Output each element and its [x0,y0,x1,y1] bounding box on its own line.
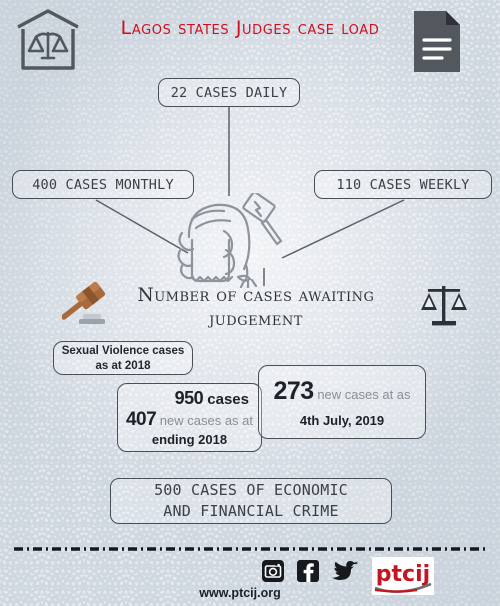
stat-pill-weekly: 110 cases weekly [314,170,492,199]
social-icons-row [262,560,359,587]
document-icon [408,8,466,81]
ptcij-logo-text: ptcij [376,562,430,587]
box273-label: new cases at as [317,387,411,402]
sexual-violence-line2: as at 2018 [95,360,151,372]
box273-date-row: 4th July, 2019 [267,408,417,434]
box950-period-row: ending 2018 [124,431,255,448]
twitter-icon[interactable] [332,560,359,587]
box273-number-row: 273 new cases at as [267,378,417,408]
stat-box-273-cases: 273 new cases at as 4th July, 2019 [258,365,426,439]
awaiting-heading-line2: judgement [209,309,303,330]
box950-new-label: new cases as at [159,413,254,428]
box950-period: ending 2018 [151,432,228,447]
instagram-icon[interactable] [262,560,284,587]
facebook-icon[interactable] [297,560,319,587]
box950-new-row: 407 new cases as at [124,409,255,431]
box273-number: 273 [273,377,314,405]
page-title: Lagos states Judges case load [120,17,380,39]
box950-total-number: 950 [174,388,204,408]
ptcij-logo[interactable]: ptcij [372,557,434,595]
courthouse-scales-icon [12,6,84,81]
stat-box-sexual-violence: Sexual Violence cases as at 2018 [53,341,193,375]
economic-line2: and financial crime [163,502,339,520]
stat-pill-monthly: 400 cases monthly [12,170,194,199]
box273-date: 4th July, 2019 [299,413,385,428]
awaiting-heading-line1: Number of cases awaiting [137,285,375,306]
stat-pill-daily: 22 cases daily [158,78,300,107]
footer-divider [14,547,486,551]
stat-pill-economic-crime: 500 cases of economic and financial crim… [110,478,392,524]
economic-line1: 500 cases of economic [154,481,348,499]
awaiting-judgement-heading: Number of cases awaiting judgement [96,284,416,332]
infographic-poster: Lagos states Judges case load 22 cases d… [0,0,500,606]
website-url[interactable]: www.ptcij.org [150,586,330,600]
box950-new-number: 407 [125,409,157,430]
scales-of-justice-icon [420,280,468,335]
judge-wig-and-gavel-icon [172,191,287,293]
box950-total-row: 950 cases [124,389,255,409]
sexual-violence-line1: Sexual Violence cases [61,345,185,357]
stat-box-950-cases: 950 cases 407 new cases as at ending 201… [117,383,262,452]
box950-total-label: cases [207,391,249,408]
